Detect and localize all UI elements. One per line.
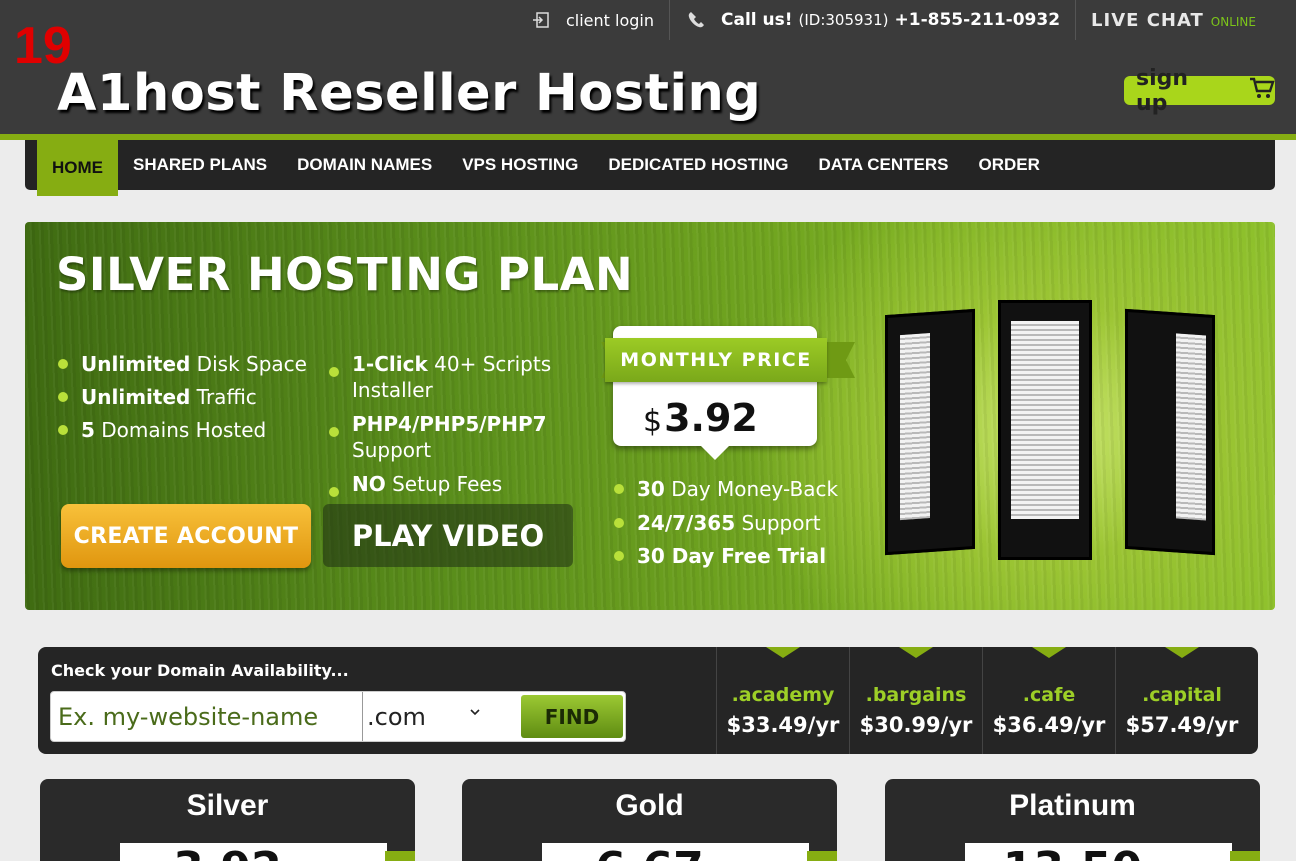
- server-racks-image: [880, 300, 1220, 570]
- chevron-down-icon: [469, 705, 481, 721]
- tld-price: $36.49/yr: [992, 713, 1106, 737]
- live-chat-link[interactable]: LIVE CHAT ONLINE: [1076, 0, 1296, 40]
- tld-price: $33.49/yr: [726, 713, 840, 737]
- nav-home[interactable]: HOME: [37, 140, 118, 196]
- tld-selected-value: .com: [367, 702, 426, 731]
- tld-select[interactable]: .com: [365, 692, 495, 741]
- feature-item: PHP4/PHP5/PHP7 Support: [327, 411, 567, 463]
- play-video-button[interactable]: PLAY VIDEO: [323, 504, 573, 567]
- nav-vps-hosting[interactable]: VPS HOSTING: [447, 140, 593, 190]
- price-value: 3.92: [664, 396, 758, 440]
- nav-shared-plans[interactable]: SHARED PLANS: [118, 140, 282, 190]
- call-id: (ID:305931): [798, 11, 889, 29]
- site-header: 19 A1host Reseller Hosting client login …: [0, 0, 1296, 134]
- tld-item[interactable]: .academy $33.49/yr: [716, 647, 849, 754]
- login-icon: [530, 9, 552, 31]
- feature-item: Unlimited Disk Space: [56, 351, 307, 377]
- feature-item: 5 Domains Hosted: [56, 417, 307, 443]
- hero-title: SILVER HOSTING PLAN: [56, 248, 634, 301]
- tld-item[interactable]: .bargains $30.99/yr: [849, 647, 982, 754]
- live-chat-label: LIVE CHAT: [1091, 9, 1204, 31]
- nav-data-centers[interactable]: DATA CENTERS: [803, 140, 963, 190]
- cart-icon: [1249, 77, 1275, 105]
- plan-card-gold[interactable]: Gold 6.67: [462, 779, 837, 861]
- domain-name-input[interactable]: [51, 692, 363, 741]
- feature-item: 30 Day Free Trial: [612, 543, 838, 569]
- server-rack: [885, 308, 975, 556]
- tld-name: .bargains: [865, 684, 967, 706]
- plan-accent: [1230, 851, 1260, 861]
- feature-item: 1-Click 40+ Scripts Installer: [327, 351, 567, 403]
- plan-price: 13.50: [885, 843, 1260, 861]
- call-us-info: Call us! (ID:305931) +1-855-211-0932: [670, 0, 1077, 40]
- sign-up-button[interactable]: sign up: [1124, 66, 1275, 116]
- domain-check-label: Check your Domain Availability...: [51, 661, 349, 680]
- plan-accent: [385, 851, 415, 861]
- find-button[interactable]: FIND: [521, 695, 623, 738]
- client-login-link[interactable]: client login: [515, 0, 670, 40]
- main-nav: HOME SHARED PLANS DOMAIN NAMES VPS HOSTI…: [25, 140, 1275, 196]
- monthly-price: $3.92: [643, 396, 758, 440]
- nav-order[interactable]: ORDER: [963, 140, 1054, 190]
- feature-item: Unlimited Traffic: [56, 384, 307, 410]
- currency-symbol: $: [643, 404, 663, 439]
- nav-domain-names[interactable]: DOMAIN NAMES: [282, 140, 447, 190]
- hero-banner: SILVER HOSTING PLAN Unlimited Disk Space…: [25, 222, 1275, 610]
- tld-name: .cafe: [1022, 684, 1076, 706]
- phone-number[interactable]: +1-855-211-0932: [895, 10, 1061, 30]
- plan-price: 6.67: [462, 843, 837, 861]
- domain-search-form: .com FIND: [50, 691, 626, 742]
- site-logo[interactable]: A1host Reseller Hosting: [57, 65, 761, 122]
- phone-icon: [685, 9, 707, 31]
- tld-prices: .academy $33.49/yr .bargains $30.99/yr .…: [716, 647, 1248, 754]
- call-us-label: Call us!: [721, 10, 793, 30]
- plan-name: Platinum: [1009, 789, 1136, 822]
- tld-item[interactable]: .capital $57.49/yr: [1115, 647, 1248, 754]
- create-account-button[interactable]: CREATE ACCOUNT: [61, 504, 311, 568]
- tld-price: $30.99/yr: [859, 713, 973, 737]
- plan-accent: [807, 851, 837, 861]
- nav-dedicated-hosting[interactable]: DEDICATED HOSTING: [593, 140, 803, 190]
- sign-up-label: sign up: [1136, 65, 1189, 116]
- features-list-3: 30 Day Money-Back 24/7/365 Support 30 Da…: [612, 476, 838, 577]
- monthly-price-ribbon: MONTHLY PRICE: [605, 338, 827, 382]
- top-links-bar: client login Call us! (ID:305931) +1-855…: [515, 0, 1296, 40]
- features-list-2: 1-Click 40+ Scripts Installer PHP4/PHP5/…: [327, 351, 567, 505]
- tld-name: .capital: [1142, 684, 1222, 706]
- plan-card-platinum[interactable]: Platinum 13.50: [885, 779, 1260, 861]
- tld-name: .academy: [731, 684, 835, 706]
- features-list-1: Unlimited Disk Space Unlimited Traffic 5…: [56, 351, 307, 450]
- feature-item: 30 Day Money-Back: [612, 476, 838, 502]
- client-login-label: client login: [565, 10, 654, 30]
- tld-item[interactable]: .cafe $36.49/yr: [982, 647, 1115, 754]
- server-rack: [1125, 308, 1215, 556]
- plan-name: Gold: [615, 789, 684, 822]
- plan-card-silver[interactable]: Silver 3.92: [40, 779, 415, 861]
- plan-name: Silver: [186, 789, 269, 822]
- domain-search-bar: Check your Domain Availability... .com F…: [38, 647, 1258, 754]
- server-rack: [998, 300, 1092, 560]
- feature-item: NO Setup Fees: [327, 471, 567, 497]
- plan-price: 3.92: [40, 843, 415, 861]
- online-status: ONLINE: [1210, 15, 1256, 29]
- feature-item: 24/7/365 Support: [612, 510, 838, 536]
- tld-price: $57.49/yr: [1125, 713, 1239, 737]
